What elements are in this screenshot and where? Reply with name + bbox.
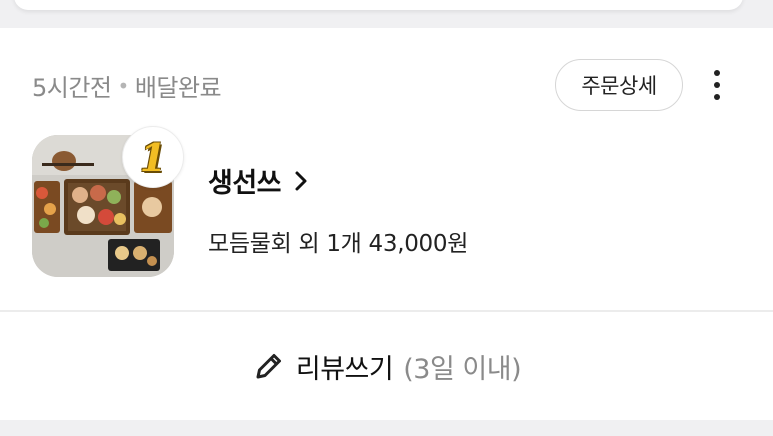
more-dot (714, 94, 720, 100)
next-card-gap (0, 420, 773, 436)
previous-order-card-edge (0, 0, 773, 26)
rank-number: 1 (139, 134, 167, 180)
order-card: 5시간전 • 배달완료 주문상세 1 생선쓰 모듬물회 외 1개 43,000원… (0, 28, 773, 420)
write-review-button[interactable]: 리뷰쓰기 (3일 이내) (0, 312, 773, 420)
order-time: 5시간전 (32, 74, 112, 102)
store-name: 생선쓰 (208, 168, 282, 199)
more-vertical-icon[interactable] (706, 68, 728, 102)
chevron-right-icon (295, 171, 307, 190)
pencil-icon (256, 354, 281, 379)
review-label: 리뷰쓰기 (295, 353, 394, 385)
more-dot (714, 82, 720, 88)
more-dot (714, 70, 720, 76)
previous-order-card (14, 0, 743, 10)
meta-separator: • (117, 73, 130, 98)
order-meta: 5시간전 • 배달완료 (32, 68, 222, 103)
store-link[interactable]: 생선쓰 (208, 161, 311, 200)
order-detail-button[interactable]: 주문상세 (555, 59, 683, 111)
order-status: 배달완료 (134, 74, 222, 102)
review-deadline: (3일 이내) (403, 353, 522, 385)
rank-badge: 1 (122, 126, 184, 188)
order-summary: 모듬물회 외 1개 43,000원 (208, 231, 469, 257)
